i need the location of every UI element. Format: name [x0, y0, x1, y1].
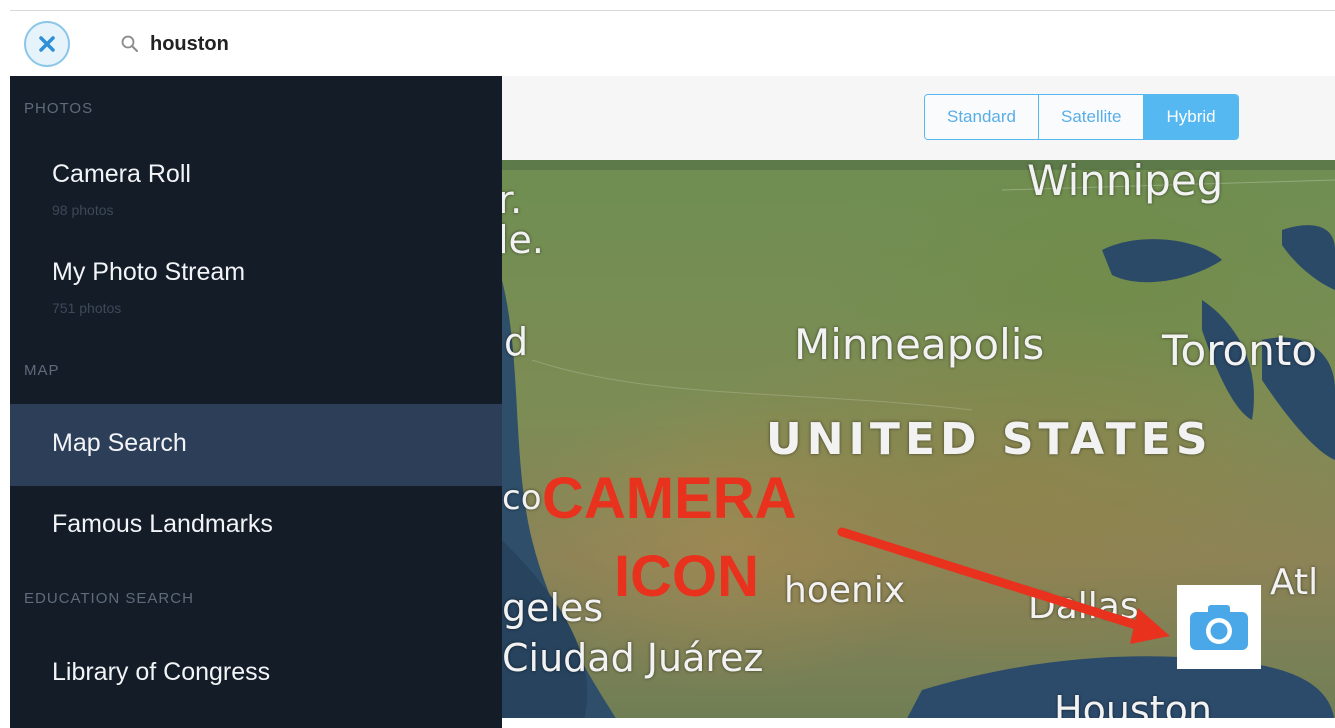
annotation-text-camera: CAMERA: [542, 466, 797, 531]
sidebar-item-count: 98 photos: [52, 202, 114, 218]
annotation-text-icon: ICON: [614, 544, 759, 609]
sidebar: PHOTOS Camera Roll 98 photos My Photo St…: [10, 76, 502, 728]
sidebar-item-count: 751 photos: [52, 300, 122, 316]
map-toolbar: Standard Satellite Hybrid: [502, 76, 1335, 161]
map-view[interactable]: r. le. d co Winnipeg Minneapolis Toronto…: [502, 160, 1335, 728]
section-header-photos: PHOTOS: [24, 100, 94, 117]
sidebar-item-famous-landmarks[interactable]: Famous Landmarks: [10, 490, 502, 562]
sidebar-item-map-search[interactable]: Map Search: [10, 404, 502, 486]
camera-icon: [1190, 605, 1248, 650]
section-header-education-search: EDUCATION SEARCH: [24, 590, 194, 607]
map-type-standard[interactable]: Standard: [925, 95, 1039, 139]
bottom-edge: [502, 718, 1335, 728]
map-type-hybrid[interactable]: Hybrid: [1144, 95, 1238, 139]
search-icon: [121, 35, 138, 52]
close-button[interactable]: [24, 21, 70, 67]
map-type-segmented-control: Standard Satellite Hybrid: [924, 94, 1239, 140]
map-type-satellite[interactable]: Satellite: [1039, 95, 1145, 139]
sidebar-item-library-of-congress[interactable]: Library of Congress: [10, 636, 502, 708]
search-bar: [10, 10, 1335, 77]
close-icon: [39, 36, 55, 52]
sidebar-item-label: Library of Congress: [52, 658, 271, 686]
section-header-map: MAP: [24, 362, 60, 379]
sidebar-item-photo-stream[interactable]: My Photo Stream 751 photos: [10, 250, 502, 326]
sidebar-item-label: Map Search: [52, 429, 187, 457]
camera-marker[interactable]: [1177, 585, 1261, 669]
app-window: Standard Satellite Hybrid r. le. d co Wi…: [0, 0, 1335, 728]
search-input[interactable]: [148, 31, 1052, 57]
sidebar-item-label: Camera Roll: [52, 160, 191, 188]
sidebar-item-label: My Photo Stream: [52, 258, 246, 286]
sidebar-item-label: Famous Landmarks: [52, 510, 273, 538]
search-field-wrap: [120, 25, 1320, 63]
sidebar-item-camera-roll[interactable]: Camera Roll 98 photos: [10, 152, 502, 228]
left-edge: [0, 0, 10, 728]
